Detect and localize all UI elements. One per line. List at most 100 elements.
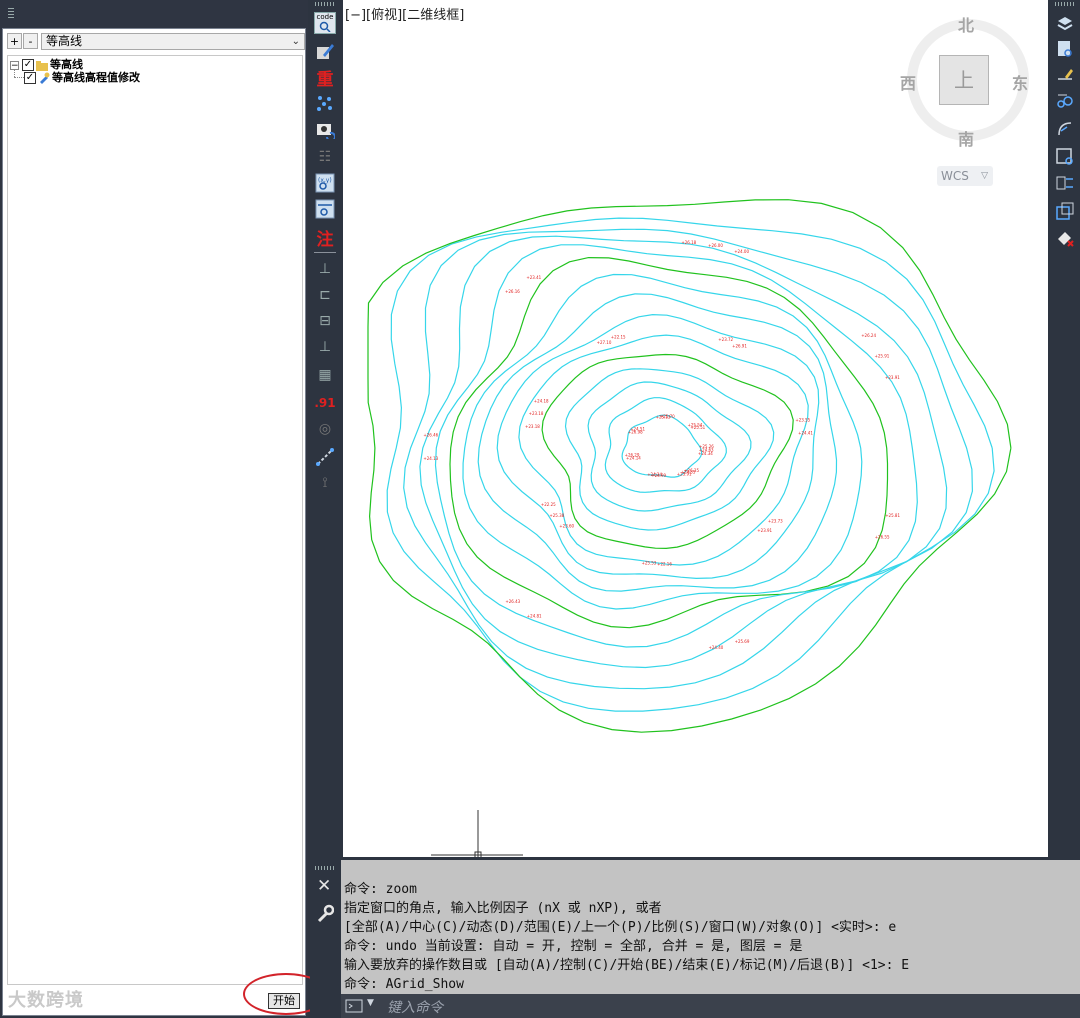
elevation-label: +23.55	[795, 417, 810, 422]
elevation-label: +23.18	[525, 424, 540, 429]
select-search-icon[interactable]	[1054, 146, 1076, 168]
elevation-label: +26.46	[423, 433, 438, 438]
terminal-icon[interactable]	[345, 999, 365, 1013]
annotate-zhu-icon[interactable]: 注	[314, 226, 336, 250]
elevation-label: +25.70	[660, 414, 675, 419]
tree-connector	[14, 77, 24, 79]
bracket-icon[interactable]: ⊏	[314, 284, 336, 306]
watermark: 大数跨境	[8, 990, 84, 1011]
command-grip[interactable]	[315, 866, 335, 870]
tool-icon	[40, 72, 50, 84]
dim-vertical-icon[interactable]: ⊥	[314, 258, 336, 280]
elevation-label: +25.91	[875, 353, 890, 358]
elevation-label: +25.91	[677, 471, 692, 476]
arc-icon[interactable]	[1054, 118, 1076, 140]
baseline-icon[interactable]: ⊥	[314, 336, 336, 358]
viewcube-top-face[interactable]: 上	[939, 55, 989, 105]
xy-search-icon[interactable]: (x,y)	[314, 172, 336, 194]
grid-icon[interactable]: ☷	[314, 146, 336, 168]
command-sidebar: ✕	[310, 860, 340, 1018]
toolbar-divider	[314, 252, 336, 253]
elevation-label: +24.40	[709, 645, 724, 650]
compass-north[interactable]: 北	[958, 12, 974, 36]
pattern-icon[interactable]: ▦	[314, 364, 336, 386]
square-icon[interactable]	[1054, 200, 1076, 222]
connect-circles-icon[interactable]	[1054, 90, 1076, 112]
command-history-line: [全部(A)/中心(C)/动态(D)/范围(E)/上一个(P)/比例(S)/窗口…	[344, 920, 897, 935]
camera-icon[interactable]	[314, 118, 336, 140]
elevation-label: +25.53	[642, 560, 657, 565]
elevation-label: +24.18	[534, 398, 549, 403]
tree-toolbar: + - 等高线 ⌄	[7, 32, 305, 52]
filter-select-value: 等高线	[46, 34, 83, 48]
elevation-label: +26.29	[625, 453, 640, 458]
command-history-line: 命令: zoom	[344, 882, 417, 897]
page-search-icon[interactable]	[1054, 38, 1076, 60]
child-checkbox[interactable]: ✓	[24, 72, 36, 84]
expand-all-button[interactable]: +	[7, 33, 22, 49]
ladder-icon[interactable]: ⊟	[314, 310, 336, 332]
command-history-line: 指定窗口的角点, 输入比例因子 (nX 或 nXP), 或者	[344, 901, 662, 916]
viewcube[interactable]: 上 北 南 东 西	[900, 16, 1030, 149]
tree-item-root[interactable]: − ✓ 等高线	[10, 58, 290, 72]
toolbar-grip[interactable]	[315, 2, 335, 6]
contour-line	[564, 368, 775, 531]
contour-line	[477, 293, 838, 592]
number-icon[interactable]: .91	[314, 392, 336, 414]
tree-root-label: 等高线	[50, 58, 83, 71]
elevation-label: +27.10	[597, 340, 612, 345]
draw-line-icon[interactable]	[1054, 64, 1076, 86]
num-label: .91	[314, 396, 336, 410]
elevation-label: +24.81	[527, 613, 542, 618]
redo-zhong-icon[interactable]: 重	[314, 66, 336, 90]
panel-body: + - 等高线 ⌄ − ✓ 等高线 ✓ 等高线高程值修改	[2, 28, 306, 1016]
elevation-label: +23.73	[768, 518, 783, 523]
root-checkbox[interactable]: ✓	[22, 59, 34, 71]
elevation-label: +23.72	[718, 337, 733, 342]
folder-icon	[36, 61, 48, 71]
compass-south[interactable]: 南	[958, 126, 974, 150]
wcs-menu[interactable]: WCS ▽	[937, 166, 993, 186]
target-icon[interactable]: ◎	[314, 418, 336, 440]
zhu-label: 注	[316, 229, 334, 250]
toolbar-grip[interactable]	[1055, 2, 1075, 6]
swap-icon[interactable]	[1054, 172, 1076, 194]
filter-select[interactable]: 等高线 ⌄	[41, 33, 305, 50]
code-search-icon[interactable]: code	[314, 12, 336, 34]
collapse-all-button[interactable]: -	[23, 33, 38, 49]
panel-grip[interactable]	[0, 0, 308, 28]
close-icon[interactable]: ✕	[317, 876, 331, 896]
tree-item-child[interactable]: ✓ 等高线高程值修改	[24, 71, 294, 85]
chain-icon[interactable]: ⟟	[314, 472, 336, 494]
elevation-label: +24.41	[798, 431, 813, 436]
eraser-icon[interactable]	[1054, 226, 1076, 248]
elevation-label: +22.15	[611, 335, 626, 340]
measure-search-icon[interactable]	[314, 198, 336, 220]
elevation-label: +26.91	[732, 343, 747, 348]
wrench-icon[interactable]	[316, 904, 334, 924]
chevron-down-icon: ▽	[981, 171, 988, 181]
command-input-placeholder: 键入命令	[387, 1000, 443, 1016]
points-icon[interactable]	[314, 92, 336, 114]
drawing-canvas[interactable]: [−][俯视][二维线框] +25.26 +23.60 +26.18 +26.35 +2…	[343, 0, 1048, 857]
elevation-label: +25.81	[885, 513, 900, 518]
right-toolbar	[1050, 0, 1080, 250]
layer-panel: + - 等高线 ⌄ − ✓ 等高线 ✓ 等高线高程值修改 大数跨境 开始	[0, 0, 329, 1018]
elevation-label: +23.18	[529, 411, 544, 416]
elevation-label: +26.24	[861, 333, 876, 338]
elevation-label: +23.60	[559, 524, 574, 529]
elevation-label: +26.00	[708, 243, 723, 248]
compass-east[interactable]: 东	[1012, 70, 1028, 94]
contour-line	[434, 244, 918, 648]
contour-line	[541, 353, 794, 550]
diagonal-line-icon[interactable]	[314, 446, 336, 468]
compass-west[interactable]: 西	[900, 70, 916, 94]
elevation-label: +24.34	[698, 451, 713, 456]
chevron-down-icon[interactable]: ▼	[367, 998, 374, 1008]
zhong-label: 重	[316, 69, 334, 90]
layers-icon[interactable]	[1054, 12, 1076, 34]
command-input[interactable]: ▼ 键入命令	[341, 994, 1080, 1018]
pencil-edit-icon[interactable]	[314, 40, 336, 62]
elevation-label: +24.24	[647, 472, 662, 477]
code-label: code	[316, 13, 334, 21]
